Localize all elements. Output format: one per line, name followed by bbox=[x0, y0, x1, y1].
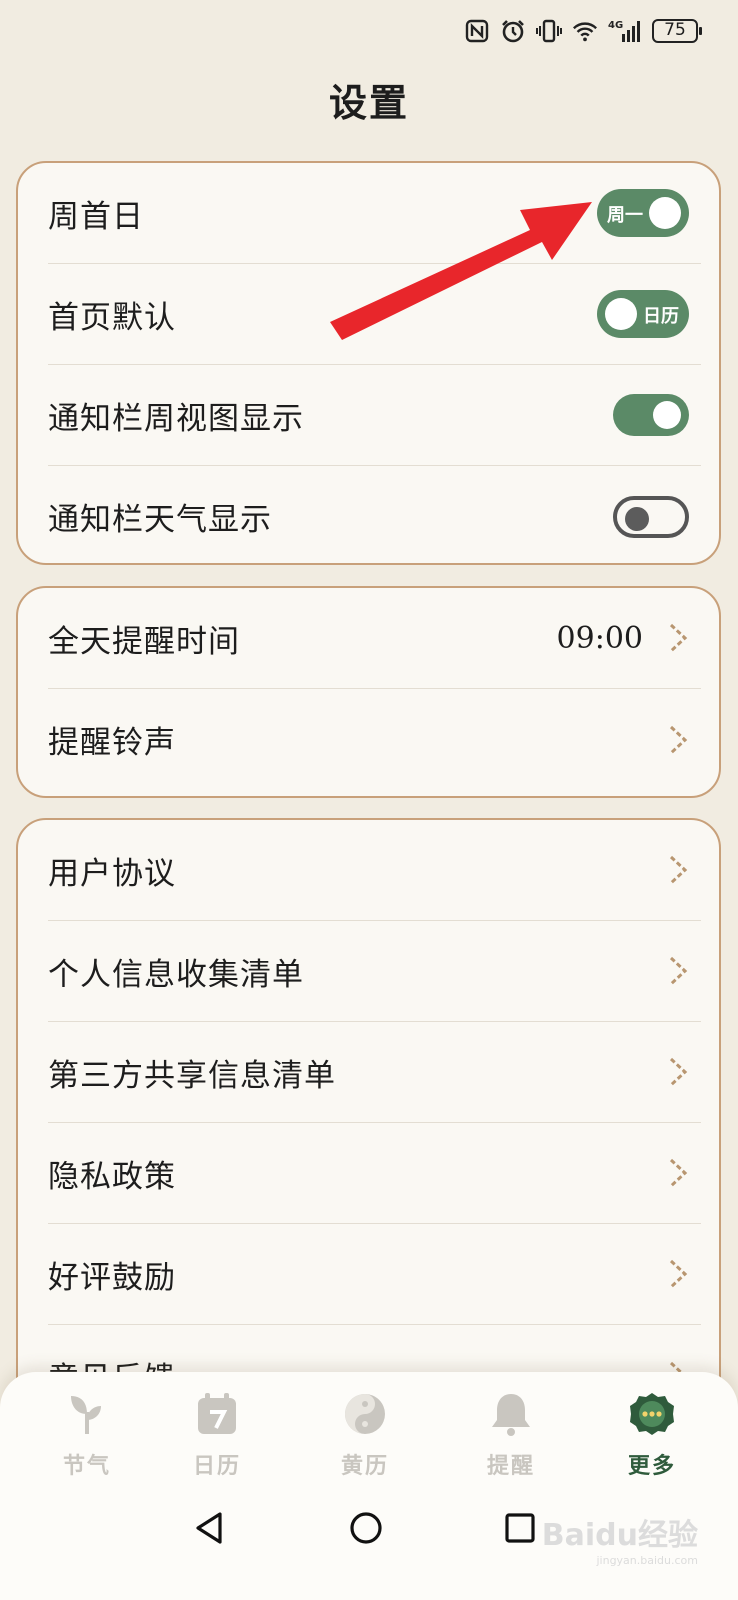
row-third-party-sharing[interactable]: 第三方共享信息清单 bbox=[48, 1022, 701, 1123]
nav-label: 提醒 bbox=[486, 1453, 535, 1479]
nav-item-almanac[interactable]: 黄历 bbox=[310, 1390, 420, 1480]
settings-group-about: 用户协议 个人信息收集清单 第三方共享信息清单 隐私政策 好评鼓励 意见反馈 bbox=[16, 818, 721, 1418]
nav-label: 更多 bbox=[627, 1453, 676, 1479]
row-personal-info-list[interactable]: 个人信息收集清单 bbox=[48, 921, 701, 1022]
more-icon bbox=[630, 1393, 674, 1435]
toggle-knob bbox=[653, 401, 681, 429]
yin-yang-icon bbox=[345, 1394, 385, 1434]
row-label: 通知栏周视图显示 bbox=[48, 400, 304, 437]
chevron-right-icon bbox=[669, 725, 688, 754]
chevron-right-icon bbox=[669, 623, 688, 653]
battery-icon: 75 bbox=[652, 19, 702, 43]
row-label: 第三方共享信息清单 bbox=[48, 1057, 336, 1094]
chevron-right-icon bbox=[669, 1158, 688, 1188]
row-user-agreement[interactable]: 用户协议 bbox=[48, 820, 701, 921]
toggle-knob bbox=[605, 298, 637, 330]
page-title: 设置 bbox=[328, 80, 409, 125]
nav-item-reminder[interactable]: 提醒 bbox=[456, 1390, 566, 1480]
row-notify-week-view[interactable]: 通知栏周视图显示 bbox=[48, 365, 701, 466]
chevron-right-icon bbox=[669, 956, 688, 986]
home-circle-icon[interactable] bbox=[346, 1508, 386, 1548]
alarm-icon bbox=[500, 18, 526, 44]
notify-week-view-toggle[interactable] bbox=[613, 394, 689, 436]
toggle-label: 周一 bbox=[607, 205, 643, 226]
watermark: Baidu经验 jingyan.baidu.com bbox=[542, 1510, 698, 1567]
row-label: 好评鼓励 bbox=[48, 1259, 176, 1296]
nav-item-solar-terms[interactable]: 节气 bbox=[32, 1390, 142, 1480]
row-label: 全天提醒时间 bbox=[48, 623, 240, 660]
battery-level: 75 bbox=[664, 20, 686, 40]
calendar-icon bbox=[198, 1393, 236, 1434]
settings-group-reminder: 全天提醒时间 09:00 提醒铃声 bbox=[16, 586, 721, 798]
back-triangle-icon[interactable] bbox=[190, 1508, 230, 1548]
row-label: 周首日 bbox=[48, 198, 144, 235]
recents-square-icon[interactable] bbox=[500, 1508, 540, 1548]
toggle-label: 日历 bbox=[643, 306, 679, 327]
wifi-icon bbox=[572, 18, 598, 44]
row-label: 隐私政策 bbox=[48, 1158, 176, 1195]
nav-label: 日历 bbox=[192, 1453, 241, 1479]
status-icons: 4G 75 bbox=[464, 18, 702, 44]
row-reminder-ringtone[interactable]: 提醒铃声 bbox=[48, 689, 701, 790]
watermark-subtext: jingyan.baidu.com bbox=[596, 1554, 698, 1567]
signal-icon: 4G bbox=[608, 18, 642, 44]
row-week-start[interactable]: 周首日 周一 bbox=[48, 163, 701, 264]
row-label: 用户协议 bbox=[48, 855, 176, 892]
network-type-label: 4G bbox=[608, 20, 623, 31]
row-rate-us[interactable]: 好评鼓励 bbox=[48, 1224, 701, 1325]
chevron-right-icon bbox=[669, 855, 688, 885]
nav-item-calendar[interactable]: 日历 bbox=[162, 1390, 272, 1480]
home-default-toggle[interactable]: 日历 bbox=[597, 290, 689, 338]
chevron-right-icon bbox=[669, 1057, 688, 1087]
row-label: 通知栏天气显示 bbox=[48, 502, 272, 538]
row-label: 提醒铃声 bbox=[48, 725, 176, 761]
row-home-default[interactable]: 首页默认 日历 bbox=[48, 264, 701, 365]
chevron-right-icon bbox=[669, 1259, 688, 1289]
row-all-day-reminder-time[interactable]: 全天提醒时间 09:00 bbox=[48, 588, 701, 689]
row-notify-weather[interactable]: 通知栏天气显示 bbox=[48, 466, 701, 567]
row-label: 首页默认 bbox=[48, 299, 176, 336]
toggle-knob bbox=[649, 197, 681, 229]
reminder-time-value: 09:00 bbox=[556, 620, 643, 656]
nfc-icon bbox=[464, 18, 490, 44]
sprout-icon bbox=[71, 1396, 101, 1434]
settings-group-display: 周首日 周一 首页默认 日历 通知栏周视图显示 通知栏天气显示 bbox=[16, 161, 721, 565]
nav-label: 节气 bbox=[62, 1453, 111, 1479]
notify-weather-toggle[interactable] bbox=[613, 495, 689, 538]
week-start-toggle[interactable]: 周一 bbox=[597, 189, 689, 237]
bell-icon bbox=[492, 1394, 530, 1436]
watermark-text: Baidu经验 bbox=[541, 1518, 698, 1553]
row-privacy-policy[interactable]: 隐私政策 bbox=[48, 1123, 701, 1224]
vibrate-icon bbox=[536, 18, 562, 44]
nav-item-more[interactable]: 更多 bbox=[597, 1390, 707, 1480]
toggle-knob bbox=[625, 506, 649, 531]
row-label: 个人信息收集清单 bbox=[48, 956, 304, 993]
status-bar: 4G 75 bbox=[0, 0, 738, 70]
nav-label: 黄历 bbox=[340, 1453, 389, 1479]
